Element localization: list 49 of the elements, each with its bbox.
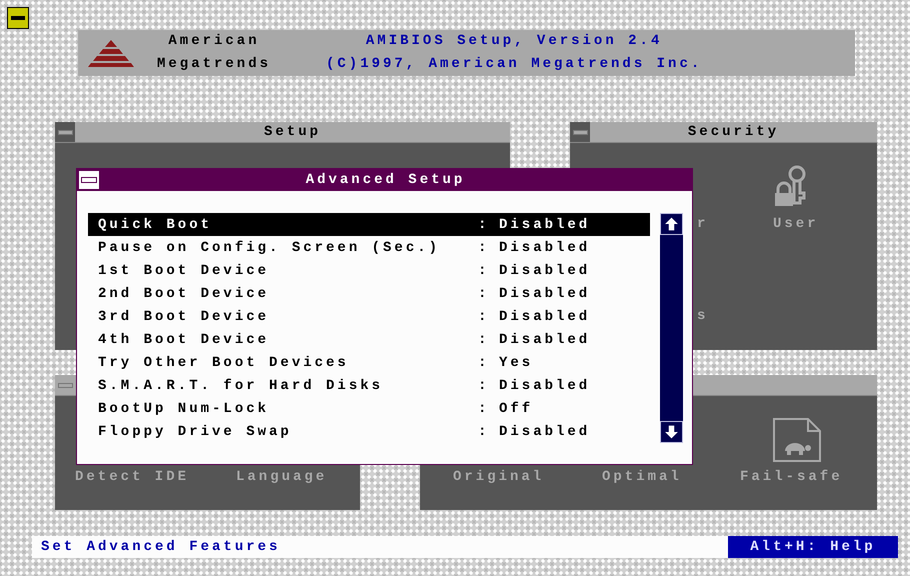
setting-row[interactable]: 1st Boot Device : Disabled (88, 259, 650, 282)
setting-value: Disabled (499, 216, 590, 232)
separator-colon: : (478, 240, 490, 256)
company-name: Megatrends (156, 55, 271, 74)
setting-value: Disabled (499, 424, 590, 440)
setting-label: BootUp Num-Lock (98, 400, 270, 416)
help-hint: Alt+H: Help (728, 536, 898, 558)
setting-row[interactable]: 4th Boot Device : Disabled (88, 328, 650, 351)
setup-title: AMIBIOS Setup, Version 2.4 (366, 32, 662, 51)
setting-value: Yes (499, 354, 534, 370)
setting-row[interactable]: 3rd Boot Device : Disabled (88, 305, 650, 328)
setting-value: Disabled (499, 262, 590, 278)
company-name: American (168, 32, 260, 51)
separator-colon: : (478, 262, 490, 278)
setting-value: Disabled (499, 286, 590, 302)
setting-row[interactable]: BootUp Num-Lock : Off (88, 397, 650, 420)
setting-row[interactable]: Pause on Config. Screen (Sec.) : Disabled (88, 236, 650, 259)
setting-label: Try Other Boot Devices (98, 354, 350, 370)
separator-colon: : (478, 216, 490, 232)
setting-row[interactable]: Quick Boot : Disabled (88, 213, 650, 236)
setting-value: Off (499, 400, 534, 416)
window-title: Security (686, 124, 780, 140)
setting-row[interactable]: 2nd Boot Device : Disabled (88, 282, 650, 305)
separator-colon: : (478, 400, 490, 416)
window-title: Setup (262, 124, 322, 140)
setting-label: Quick Boot (98, 216, 214, 232)
setting-row[interactable]: Floppy Drive Swap : Disabled (88, 420, 650, 443)
copyright-text: (C)1997, American Megatrends Inc. (326, 55, 702, 74)
separator-colon: : (478, 354, 490, 370)
separator-colon: : (478, 378, 490, 394)
separator-colon: : (478, 286, 490, 302)
separator-colon: : (478, 424, 490, 440)
setting-label: Floppy Drive Swap (98, 424, 293, 440)
setting-value: Disabled (499, 378, 590, 394)
separator-colon: : (478, 308, 490, 324)
setting-value: Disabled (499, 240, 590, 256)
setting-label: 1st Boot Device (98, 262, 270, 278)
setting-value: Disabled (499, 308, 590, 324)
setting-label: 3rd Boot Device (98, 308, 270, 324)
status-message: Set Advanced Features (40, 539, 282, 555)
dialog-title: Advanced Setup (304, 172, 466, 188)
setting-label: S.M.A.R.T. for Hard Disks (98, 378, 384, 394)
separator-colon: : (478, 332, 490, 348)
setting-label: 4th Boot Device (98, 332, 270, 348)
setting-row[interactable]: S.M.A.R.T. for Hard Disks : Disabled (88, 374, 650, 397)
setting-value: Disabled (499, 332, 590, 348)
setting-label: Pause on Config. Screen (Sec.) (98, 240, 442, 256)
setting-label: 2nd Boot Device (98, 286, 270, 302)
setting-row[interactable]: Try Other Boot Devices : Yes (88, 351, 650, 374)
